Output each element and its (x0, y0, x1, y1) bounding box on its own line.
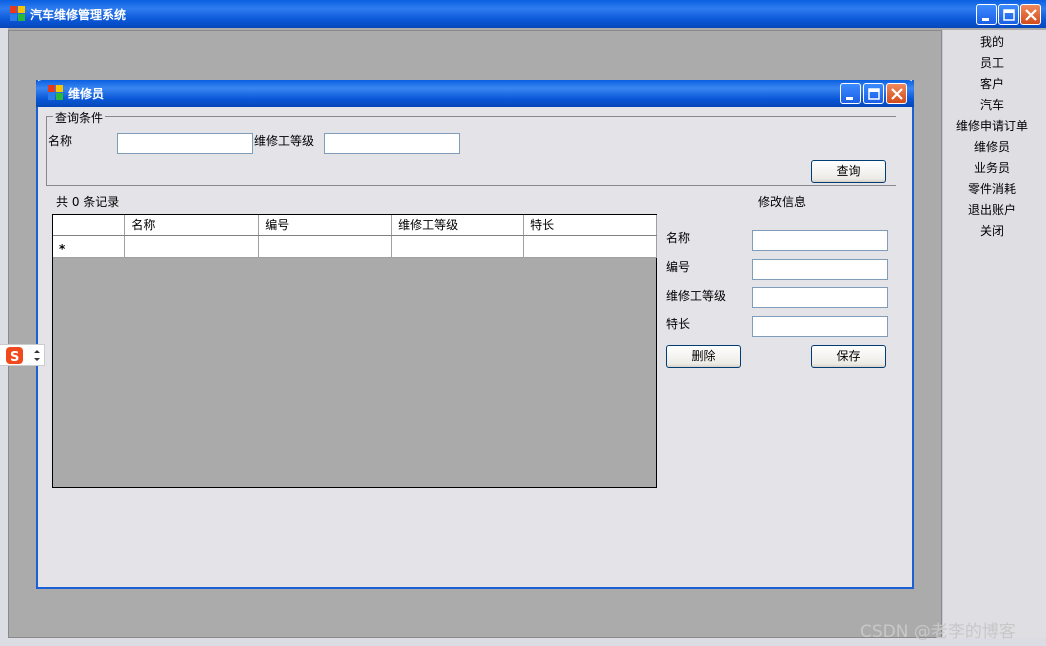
main-title-bar[interactable]: 汽车维修管理系统 (0, 0, 1046, 28)
main-window-title: 汽车维修管理系统 (30, 8, 127, 22)
grid-column-id[interactable]: 编号 (258, 215, 393, 236)
child-minimize-button[interactable] (840, 83, 861, 104)
menu-item-logout[interactable]: 退出账户 (943, 201, 1041, 219)
query-name-input[interactable] (117, 133, 253, 154)
edit-specialty-input[interactable] (752, 316, 888, 337)
edit-panel-title: 修改信息 (758, 195, 807, 209)
edit-level-label: 维修工等级 (666, 289, 727, 303)
edit-name-input[interactable] (752, 230, 888, 251)
grid-column-name[interactable]: 名称 (124, 215, 260, 236)
search-button[interactable]: 查询 (811, 160, 886, 183)
repairman-grid[interactable]: 名称 编号 维修工等级 特长 * (52, 214, 657, 488)
edit-specialty-label: 特长 (666, 317, 691, 331)
child-window-title: 维修员 (68, 87, 105, 101)
new-row-marker: * (53, 235, 126, 258)
minimize-button[interactable] (976, 4, 997, 25)
record-count: 共 0 条记录 (56, 195, 120, 209)
menu-item-employees[interactable]: 员工 (943, 54, 1041, 72)
close-icon (891, 88, 903, 100)
child-maximize-button[interactable] (863, 83, 884, 104)
app-icon (48, 85, 63, 100)
app-icon (10, 6, 25, 21)
query-level-label: 维修工等级 (254, 134, 315, 148)
sogou-ime-icon: S (6, 347, 40, 365)
menu-item-mine[interactable]: 我的 (943, 33, 1041, 51)
minimize-icon (846, 97, 853, 100)
menu-item-parts-consumption[interactable]: 零件消耗 (943, 180, 1041, 198)
watermark: CSDN @老李的博客 (860, 622, 1016, 642)
query-name-label: 名称 (48, 134, 73, 148)
menu-item-customers[interactable]: 客户 (943, 75, 1041, 93)
menu-item-repair-orders[interactable]: 维修申请订单 (943, 117, 1041, 135)
maximize-button[interactable] (998, 4, 1019, 25)
maximize-icon (868, 88, 880, 100)
side-menu: 我的 员工 客户 汽车 维修申请订单 维修员 业务员 零件消耗 退出账户 关闭 (942, 30, 1046, 638)
grid-column-specialty[interactable]: 特长 (523, 215, 657, 236)
table-row[interactable]: * (53, 235, 657, 258)
child-close-button[interactable] (886, 83, 907, 104)
edit-name-label: 名称 (666, 231, 691, 245)
menu-item-salesmen[interactable]: 业务员 (943, 159, 1041, 177)
query-group-title: 查询条件 (53, 109, 106, 126)
menu-item-cars[interactable]: 汽车 (943, 96, 1041, 114)
window-frame-left (0, 28, 8, 646)
child-title-bar[interactable]: 维修员 (36, 80, 914, 107)
grid-cell[interactable] (258, 235, 393, 258)
maximize-icon (1003, 9, 1015, 21)
edit-id-label: 编号 (666, 260, 691, 274)
minimize-icon (982, 18, 989, 21)
grid-cell[interactable] (124, 235, 260, 258)
grid-cell[interactable] (391, 235, 525, 258)
edit-level-input[interactable] (752, 287, 888, 308)
save-button[interactable]: 保存 (811, 345, 886, 368)
menu-item-close[interactable]: 关闭 (943, 222, 1041, 240)
query-level-input[interactable] (324, 133, 460, 154)
edit-id-input[interactable] (752, 259, 888, 280)
close-button[interactable] (1020, 4, 1041, 25)
delete-button[interactable]: 删除 (666, 345, 741, 368)
close-icon (1025, 9, 1037, 21)
grid-column-level[interactable]: 维修工等级 (391, 215, 525, 236)
menu-item-repairmen[interactable]: 维修员 (943, 138, 1041, 156)
svg-text:S: S (10, 350, 19, 365)
grid-row-header-column (53, 215, 126, 236)
grid-cell[interactable] (523, 235, 657, 258)
ime-indicator[interactable]: S (0, 344, 45, 366)
